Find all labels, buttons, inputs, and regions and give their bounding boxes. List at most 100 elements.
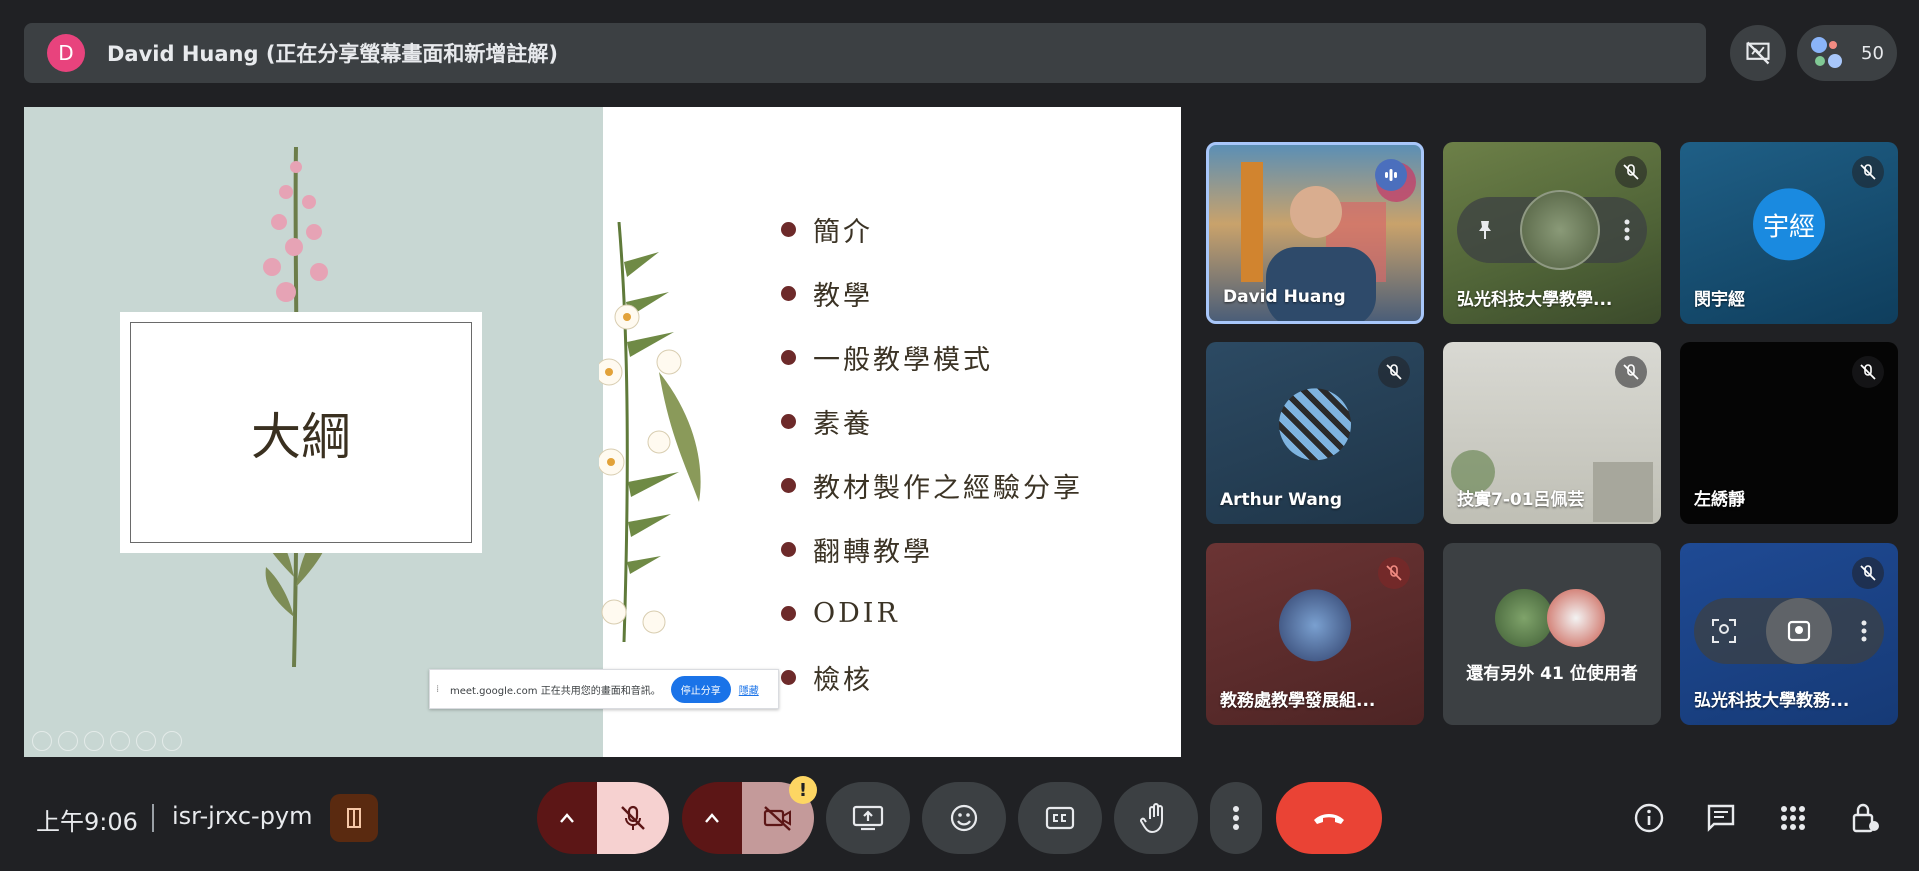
microphone-toggle-button[interactable] bbox=[597, 782, 669, 854]
participants-avatars-icon bbox=[1811, 37, 1842, 68]
info-icon bbox=[1634, 803, 1664, 833]
chevron-up-icon bbox=[560, 813, 574, 823]
participant-tile[interactable]: David Huang bbox=[1206, 142, 1424, 324]
leave-call-button[interactable] bbox=[1276, 782, 1382, 854]
more-options-icon[interactable] bbox=[1860, 619, 1868, 643]
meeting-code: isr-jrxc-pym bbox=[172, 802, 313, 830]
participant-tile[interactable]: 弘光科技大學教學... bbox=[1443, 142, 1661, 324]
visual-effects-button[interactable] bbox=[1766, 598, 1832, 664]
more-options-icon[interactable] bbox=[162, 731, 182, 751]
agenda-item: 素養 bbox=[781, 389, 1083, 453]
more-options-icon[interactable] bbox=[1623, 218, 1631, 242]
prev-slide-icon[interactable] bbox=[32, 731, 52, 751]
hide-notice-link[interactable]: 隱藏 bbox=[739, 682, 759, 697]
visual-effects-icon bbox=[1787, 620, 1811, 642]
slide-nav-controls bbox=[32, 731, 182, 751]
participant-name: 弘光科技大學教務... bbox=[1694, 691, 1850, 711]
annotation-off-icon bbox=[1746, 41, 1770, 65]
microphone-control-group bbox=[537, 782, 669, 854]
camera-warning-badge[interactable]: ! bbox=[789, 776, 817, 804]
tile-hover-controls bbox=[1694, 598, 1884, 664]
participant-tile[interactable]: 教務處教學發展組... bbox=[1206, 543, 1424, 725]
participant-name: 技實7-01呂佩芸 bbox=[1457, 490, 1585, 510]
participant-avatar bbox=[1495, 589, 1553, 647]
participant-name: David Huang bbox=[1223, 287, 1346, 307]
participant-avatar bbox=[1547, 589, 1605, 647]
activities-button[interactable] bbox=[1771, 796, 1815, 840]
frame-person-icon[interactable] bbox=[1710, 617, 1738, 645]
slide-title: 大綱 bbox=[251, 407, 351, 466]
breakout-room-button[interactable] bbox=[330, 794, 378, 842]
participant-tile[interactable]: 左綉靜 bbox=[1680, 342, 1898, 524]
video-options-button[interactable] bbox=[682, 782, 742, 854]
shared-screen-slide: 大綱 簡介 教學 一般教學模式 素養 教材製作之經驗分享 翻轉教學 ODIR 檢… bbox=[24, 107, 1181, 757]
mic-off-icon bbox=[1852, 156, 1884, 188]
closed-captions-icon bbox=[1045, 806, 1075, 830]
screen-share-notice: ⁞ meet.google.com 正在共用您的畫面和音訊。 停止分享 隱藏 bbox=[429, 669, 779, 709]
participant-name: 弘光科技大學教學... bbox=[1457, 290, 1613, 310]
more-participants-label: 還有另外 41 位使用者 bbox=[1466, 664, 1638, 684]
agenda-item: 教材製作之經驗分享 bbox=[781, 453, 1083, 517]
slide-left-panel: 大綱 bbox=[24, 107, 603, 757]
mic-off-icon bbox=[1615, 156, 1647, 188]
slide-title-card: 大綱 bbox=[120, 312, 482, 553]
more-vert-icon bbox=[1233, 806, 1239, 830]
agenda-item: 翻轉教學 bbox=[781, 517, 1083, 581]
agenda-item: 一般教學模式 bbox=[781, 325, 1083, 389]
mic-off-icon bbox=[1852, 356, 1884, 388]
participant-count: 50 bbox=[1861, 42, 1884, 64]
next-slide-icon[interactable] bbox=[58, 731, 78, 751]
present-screen-button[interactable] bbox=[826, 782, 910, 854]
pen-icon[interactable] bbox=[84, 731, 104, 751]
participant-avatar bbox=[1279, 388, 1351, 461]
participant-name: 閔宇經 bbox=[1694, 290, 1745, 310]
participant-tile[interactable]: 技實7-01呂佩芸 bbox=[1443, 342, 1661, 524]
participant-name: Arthur Wang bbox=[1220, 490, 1343, 510]
raise-hand-button[interactable] bbox=[1114, 782, 1198, 854]
chat-icon bbox=[1707, 804, 1735, 832]
agenda-item: 簡介 bbox=[781, 197, 1083, 261]
chat-button[interactable] bbox=[1699, 796, 1743, 840]
participant-avatar bbox=[1279, 589, 1351, 662]
host-controls-button[interactable] bbox=[1843, 796, 1887, 840]
speaking-indicator-icon bbox=[1375, 159, 1407, 191]
audio-options-button[interactable] bbox=[537, 782, 597, 854]
mic-off-icon bbox=[1378, 557, 1410, 589]
mic-off-icon bbox=[1378, 356, 1410, 388]
raise-hand-icon bbox=[1140, 803, 1163, 834]
more-options-button[interactable] bbox=[1210, 782, 1262, 854]
meeting-details-button[interactable] bbox=[1627, 796, 1671, 840]
reactions-button[interactable] bbox=[922, 782, 1006, 854]
end-call-icon bbox=[1314, 814, 1344, 824]
pin-icon[interactable] bbox=[1473, 218, 1497, 242]
apps-grid-icon bbox=[1781, 806, 1805, 830]
participant-name: 左綉靜 bbox=[1694, 490, 1745, 510]
participant-tile[interactable]: Arthur Wang bbox=[1206, 342, 1424, 524]
participant-avatar bbox=[1520, 190, 1600, 270]
participant-tile[interactable]: 弘光科技大學教務... bbox=[1680, 543, 1898, 725]
participant-name: 教務處教學發展組... bbox=[1220, 691, 1376, 711]
present-screen-icon bbox=[852, 805, 884, 831]
tile-hover-controls bbox=[1457, 190, 1647, 270]
mic-off-icon bbox=[621, 805, 645, 830]
agenda-list: 簡介 教學 一般教學模式 素養 教材製作之經驗分享 翻轉教學 ODIR 檢核 bbox=[781, 197, 1083, 709]
presenter-banner: D David Huang (正在分享螢幕畫面和新增註解) bbox=[24, 23, 1706, 83]
lock-person-icon bbox=[1852, 803, 1879, 833]
camera-off-icon bbox=[763, 806, 791, 831]
hide-annotations-button[interactable] bbox=[1730, 25, 1786, 81]
emoji-icon bbox=[950, 804, 978, 832]
fern-flower-illustration bbox=[599, 222, 701, 642]
zoom-icon[interactable] bbox=[136, 731, 156, 751]
captions-button[interactable] bbox=[1018, 782, 1102, 854]
stop-sharing-button[interactable]: 停止分享 bbox=[670, 675, 731, 703]
more-participants-tile[interactable]: 還有另外 41 位使用者 bbox=[1443, 543, 1661, 725]
slides-grid-icon[interactable] bbox=[110, 731, 130, 751]
bottom-divider bbox=[152, 804, 154, 832]
agenda-item: 檢核 bbox=[781, 645, 1083, 709]
participants-button[interactable]: 50 bbox=[1797, 25, 1897, 81]
agenda-item: ODIR bbox=[781, 581, 1083, 645]
presenter-avatar: D bbox=[47, 34, 85, 72]
participant-tile[interactable]: 宇經 閔宇經 bbox=[1680, 142, 1898, 324]
share-notice-text: meet.google.com 正在共用您的畫面和音訊。 bbox=[450, 685, 661, 697]
drag-handle-icon[interactable]: ⁞ bbox=[436, 684, 440, 695]
